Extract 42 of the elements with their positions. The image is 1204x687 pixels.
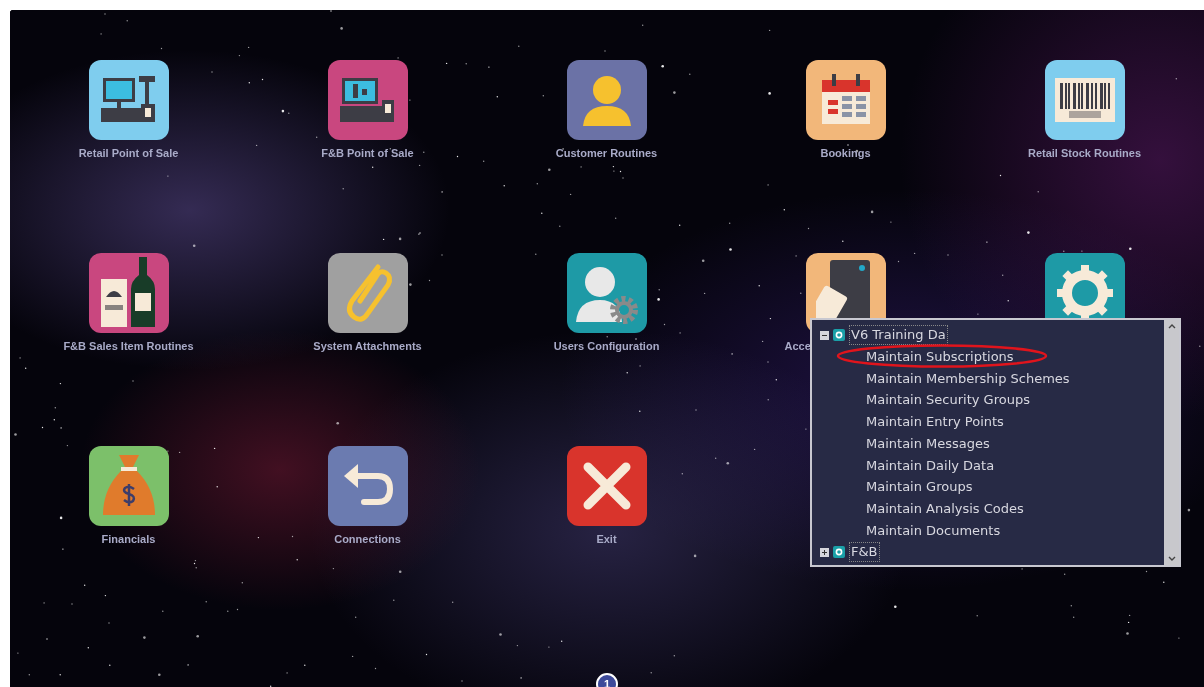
tree-item[interactable]: Maintain Messages <box>866 433 990 454</box>
tree-item[interactable]: Maintain Entry Points <box>866 412 1004 432</box>
barcode-icon <box>1054 78 1115 122</box>
tile-label: Customer Routines <box>555 146 658 161</box>
tree-item[interactable]: Maintain Analysis Codes <box>866 498 1024 519</box>
tree-node[interactable]: V6 Training Da <box>849 325 948 345</box>
app-tile-button[interactable] <box>805 60 886 140</box>
tile-label: Acce <box>784 339 812 354</box>
app-tile-button[interactable] <box>1044 60 1125 140</box>
app-tile-button[interactable] <box>88 446 169 526</box>
tile-label: F&B Sales Item Routines <box>63 339 194 354</box>
tile-label: Retail Point of Sale <box>78 146 179 161</box>
tree-item[interactable]: Maintain Membership Schemes <box>866 368 1070 389</box>
gear-icon <box>833 546 845 559</box>
expand-icon[interactable] <box>820 547 829 557</box>
tree-item[interactable]: Maintain Security Groups <box>866 390 1030 410</box>
tree-item[interactable]: Maintain Groups <box>866 477 973 497</box>
scroll-down-icon[interactable] <box>1167 556 1176 561</box>
app-tile-button[interactable] <box>327 253 408 333</box>
app-tile-button[interactable] <box>566 446 647 526</box>
scroll-up-icon[interactable] <box>1167 324 1176 329</box>
app-tile-button[interactable] <box>566 60 647 140</box>
tile-label: Bookings <box>820 146 871 161</box>
app-tile-button[interactable] <box>566 253 647 333</box>
tile-label: System Attachments <box>313 339 422 354</box>
app-tile-button[interactable] <box>88 253 169 333</box>
tree-node[interactable]: F&B <box>849 542 880 563</box>
close-icon <box>581 461 632 511</box>
tile-label: Retail Stock Routines <box>1027 146 1142 161</box>
scrollbar[interactable] <box>1164 320 1179 565</box>
app-tile-button[interactable] <box>327 446 408 526</box>
tile-label: Users Configuration <box>553 339 660 354</box>
gear-icon <box>833 329 845 341</box>
app-tile-button[interactable] <box>327 60 408 140</box>
tile-label: F&B Point of Sale <box>321 146 414 161</box>
app-tile-button[interactable] <box>88 60 169 140</box>
tile-label: Financials <box>101 532 156 547</box>
tree-item[interactable]: Maintain Daily Data <box>866 455 995 476</box>
tile-label: Exit <box>596 532 617 547</box>
collapse-icon[interactable] <box>820 330 829 340</box>
tree-item[interactable]: Maintain Documents <box>866 520 1001 541</box>
tile-label: Connections <box>334 532 401 547</box>
